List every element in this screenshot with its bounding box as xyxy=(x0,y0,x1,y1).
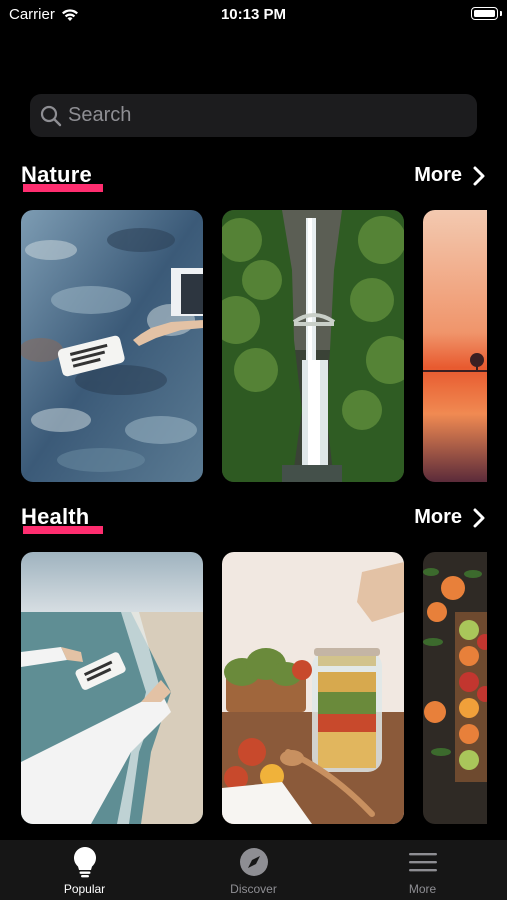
app-root: Carrier 10:13 PM Nature More xyxy=(0,0,507,900)
card-nature-2[interactable] xyxy=(222,210,404,482)
section-title-nature: Nature xyxy=(21,162,103,192)
tab-label: Discover xyxy=(230,882,277,896)
search-icon xyxy=(40,105,62,126)
battery-icon xyxy=(471,7,502,20)
more-label: More xyxy=(414,506,462,528)
tab-label: More xyxy=(408,882,437,896)
card-health-1[interactable] xyxy=(21,552,203,824)
tab-bar: Popular Discover More xyxy=(0,840,507,900)
search-input[interactable] xyxy=(68,104,448,127)
card-image xyxy=(21,210,203,482)
tab-discover[interactable]: Discover xyxy=(169,840,338,900)
more-button-health[interactable]: More xyxy=(414,506,486,529)
menu-icon xyxy=(408,846,438,878)
more-label: More xyxy=(414,164,462,186)
compass-icon xyxy=(239,846,269,878)
more-button-nature[interactable]: More xyxy=(414,164,486,187)
chevron-right-icon xyxy=(473,166,485,185)
section-title-health: Health xyxy=(21,504,103,534)
card-nature-1[interactable] xyxy=(21,210,203,482)
card-health-3[interactable] xyxy=(423,552,487,824)
tab-popular[interactable]: Popular xyxy=(0,840,169,900)
card-image xyxy=(222,210,404,482)
card-health-2[interactable] xyxy=(222,552,404,824)
card-image xyxy=(222,552,404,824)
chevron-right-icon xyxy=(473,508,485,527)
clock: 10:13 PM xyxy=(220,6,287,23)
card-image xyxy=(423,552,487,824)
tab-label: Popular xyxy=(63,882,106,896)
status-bar: Carrier 10:13 PM xyxy=(0,0,507,30)
lightbulb-icon xyxy=(70,846,100,878)
card-nature-3[interactable] xyxy=(423,210,487,482)
tab-more[interactable]: More xyxy=(338,840,507,900)
card-image xyxy=(21,552,203,824)
card-image xyxy=(423,210,487,482)
search-bar[interactable] xyxy=(30,94,477,137)
